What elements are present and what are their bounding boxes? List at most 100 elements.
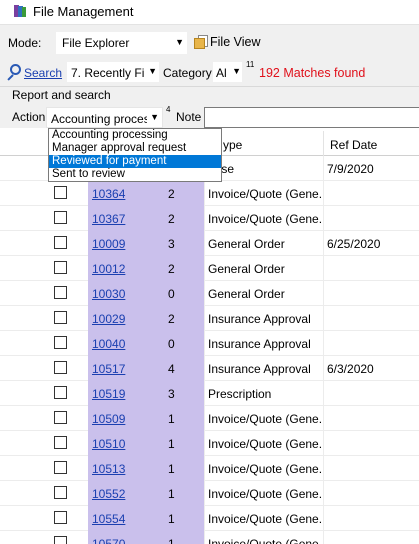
row-checkbox[interactable] xyxy=(54,511,67,524)
ref-date-cell: 6/25/2020 xyxy=(327,237,381,251)
row-checkbox[interactable] xyxy=(54,411,67,424)
chevron-down-icon: ▼ xyxy=(150,112,159,122)
category-select[interactable]: Al ▼ xyxy=(213,62,242,82)
row-checkbox[interactable] xyxy=(54,336,67,349)
count-cell: 1 xyxy=(168,487,175,501)
ref-number-link[interactable]: 10554 xyxy=(92,512,125,526)
action-dropdown-list: Accounting processing Manager approval re… xyxy=(48,128,222,182)
table-row[interactable]: 10029 2 Insurance Approval xyxy=(0,306,419,331)
table-row[interactable]: 10367 2 Invoice/Quote (Gene... xyxy=(0,206,419,231)
type-cell: Invoice/Quote (Gene... xyxy=(208,537,322,544)
action-select[interactable]: Accounting process ▼ xyxy=(46,107,163,128)
report-and-search-header: Report and search xyxy=(0,86,419,102)
type-cell: Invoice/Quote (Gene... xyxy=(208,187,322,201)
column-header-type[interactable]: ype xyxy=(223,138,242,152)
table-row[interactable]: 10012 2 General Order xyxy=(0,256,419,281)
folder-icon xyxy=(194,35,208,49)
table-row[interactable]: 10570 1 Invoice/Quote (Gene... xyxy=(0,531,419,544)
chevron-down-icon: ▼ xyxy=(148,66,157,76)
ref-number-link[interactable]: 10570 xyxy=(92,537,125,544)
category-label: Category xyxy=(163,66,212,80)
count-cell: 2 xyxy=(168,312,175,326)
table-row[interactable]: 10517 4 Insurance Approval 6/3/2020 xyxy=(0,356,419,381)
ref-number-link[interactable]: 10040 xyxy=(92,337,125,351)
count-cell: 1 xyxy=(168,512,175,526)
row-checkbox[interactable] xyxy=(54,361,67,374)
ref-number-link[interactable]: 10030 xyxy=(92,287,125,301)
ref-number-link[interactable]: 10029 xyxy=(92,312,125,326)
table-row[interactable]: 10513 1 Invoice/Quote (Gene... xyxy=(0,456,419,481)
ref-number-link[interactable]: 10510 xyxy=(92,437,125,451)
type-cell: Prescription xyxy=(208,387,272,401)
file-view-button[interactable]: File View xyxy=(190,31,264,53)
type-cell: ense xyxy=(208,162,322,176)
type-cell: Invoice/Quote (Gene... xyxy=(208,412,322,426)
report-header-label: Report and search xyxy=(12,88,111,102)
count-cell: 0 xyxy=(168,287,175,301)
table-row[interactable]: 10510 1 Invoice/Quote (Gene... xyxy=(0,431,419,456)
matches-found-text: 192 Matches found xyxy=(259,66,366,80)
count-cell: 0 xyxy=(168,337,175,351)
category-value: Al xyxy=(216,66,227,80)
action-option[interactable]: Accounting processing xyxy=(49,129,221,142)
ref-number-link[interactable]: 10367 xyxy=(92,212,125,226)
row-checkbox[interactable] xyxy=(54,236,67,249)
note-input[interactable] xyxy=(204,107,419,128)
row-checkbox[interactable] xyxy=(54,386,67,399)
row-checkbox[interactable] xyxy=(54,436,67,449)
chevron-down-icon: ▼ xyxy=(175,37,184,47)
action-option[interactable]: Manager approval request xyxy=(49,142,221,155)
action-row: Action Accounting process ▼ 4 Note xyxy=(0,102,419,128)
ref-number-link[interactable]: 10517 xyxy=(92,362,125,376)
table-row[interactable]: 10509 1 Invoice/Quote (Gene... xyxy=(0,406,419,431)
ref-number-link[interactable]: 10552 xyxy=(92,487,125,501)
app-books-icon xyxy=(14,5,26,17)
ref-number-link[interactable]: 10364 xyxy=(92,187,125,201)
table-row[interactable]: 10519 3 Prescription xyxy=(0,381,419,406)
mode-select[interactable]: File Explorer ▼ xyxy=(56,32,187,54)
row-checkbox[interactable] xyxy=(54,211,67,224)
ref-number-link[interactable]: 10519 xyxy=(92,387,125,401)
ref-number-link[interactable]: 10009 xyxy=(92,237,125,251)
search-link[interactable]: Search xyxy=(24,66,62,80)
mode-toolbar: Mode: File Explorer ▼ File View xyxy=(0,24,419,58)
table-row[interactable]: 10554 1 Invoice/Quote (Gene... xyxy=(0,506,419,531)
type-cell: Invoice/Quote (Gene... xyxy=(208,437,322,451)
table-row[interactable]: 10009 3 General Order 6/25/2020 xyxy=(0,231,419,256)
row-checkbox[interactable] xyxy=(54,261,67,274)
table-row[interactable]: 10552 1 Invoice/Quote (Gene... xyxy=(0,481,419,506)
table-row[interactable]: 10030 0 General Order xyxy=(0,281,419,306)
count-cell: 1 xyxy=(168,437,175,451)
action-option[interactable]: Sent to review xyxy=(49,168,221,181)
count-cell: 1 xyxy=(168,537,175,544)
count-cell: 1 xyxy=(168,412,175,426)
ref-number-link[interactable]: 10513 xyxy=(92,462,125,476)
ref-number-link[interactable]: 10012 xyxy=(92,262,125,276)
table-row[interactable]: 10040 0 Insurance Approval xyxy=(0,331,419,356)
count-cell: 3 xyxy=(168,387,175,401)
type-cell: General Order xyxy=(208,287,285,301)
row-checkbox[interactable] xyxy=(54,186,67,199)
ref-date-cell: 6/3/2020 xyxy=(327,362,374,376)
action-count-badge: 4 xyxy=(166,105,171,114)
action-select-value: Accounting process xyxy=(51,112,147,126)
row-checkbox[interactable] xyxy=(54,311,67,324)
category-count-badge: 11 xyxy=(246,60,255,69)
action-option[interactable]: Reviewed for payment xyxy=(49,155,221,168)
type-cell: General Order xyxy=(208,262,285,276)
count-cell: 2 xyxy=(168,262,175,276)
row-checkbox[interactable] xyxy=(54,536,67,544)
saved-search-select[interactable]: 7. Recently Fi ▼ xyxy=(67,62,159,82)
row-checkbox[interactable] xyxy=(54,461,67,474)
row-checkbox[interactable] xyxy=(54,286,67,299)
search-icon[interactable] xyxy=(6,64,22,81)
action-label: Action xyxy=(12,110,46,124)
search-toolbar: Search 7. Recently Fi ▼ Category Al ▼ 11… xyxy=(0,58,419,86)
file-grid: ype Ref Date ense 7/9/2020 10364 2 Invoice/Q… xyxy=(0,131,419,544)
table-row[interactable]: 10364 2 Invoice/Quote (Gene... xyxy=(0,181,419,206)
row-checkbox[interactable] xyxy=(54,486,67,499)
column-header-ref-date[interactable]: Ref Date xyxy=(330,138,377,152)
mode-select-value: File Explorer xyxy=(62,36,130,50)
ref-number-link[interactable]: 10509 xyxy=(92,412,125,426)
type-cell: Insurance Approval xyxy=(208,337,311,351)
